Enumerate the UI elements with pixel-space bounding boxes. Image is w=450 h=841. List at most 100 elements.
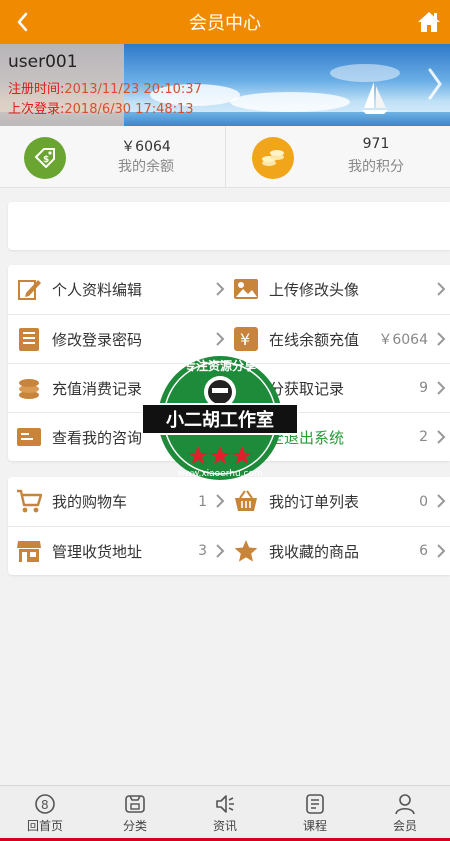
transaction-records-count: 4 — [198, 380, 207, 396]
menu-row: 修改登录密码 ¥ 在线余额充值 ￥6064 — [8, 314, 450, 363]
recharge-label: 在线余额充值 — [269, 330, 360, 349]
favorites-item[interactable]: 我收藏的商品 6 — [229, 527, 450, 575]
points-label: 我的积分 — [348, 159, 404, 175]
profile-banner[interactable]: user001 注册时间:2013/11/23 20:10:37 上次登录:20… — [0, 44, 450, 126]
points-stat[interactable]: 971 我的积分 — [225, 126, 450, 188]
banner-cloud — [230, 92, 350, 112]
svg-text:8: 8 — [41, 798, 49, 812]
exit-icon — [233, 424, 259, 450]
chevron-right-icon — [437, 494, 446, 508]
chevron-left-icon — [17, 12, 28, 32]
bottom-tab-bar: 8 回首页 分类 资讯 课程 会员 — [0, 785, 450, 841]
my-inquiries-item[interactable]: 查看我的咨询 — [8, 413, 229, 461]
chevron-right-icon — [216, 381, 225, 395]
shopping-cart-label: 我的购物车 — [52, 493, 128, 511]
basket-icon — [235, 490, 257, 511]
tab-category-label: 分类 — [122, 819, 147, 833]
home-icon — [418, 12, 440, 32]
my-inquiries-label: 查看我的咨询 — [52, 428, 143, 447]
change-password-label: 修改登录密码 — [52, 330, 143, 349]
tab-member[interactable]: 会员 — [360, 786, 450, 841]
chevron-right-icon — [216, 544, 225, 558]
upload-avatar-item[interactable]: 上传修改头像 — [229, 265, 450, 314]
menu-row: 充值消费记录 4 分获取记录 9 — [8, 363, 450, 412]
coin-stack-icon — [19, 379, 39, 399]
chevron-right-icon — [216, 282, 225, 296]
pencil-icon — [18, 280, 41, 300]
logout-label: 全退出系统 — [269, 428, 345, 447]
recharge-item[interactable]: ¥ 在线余额充值 ￥6064 — [229, 315, 450, 363]
my-orders-count: 0 — [419, 493, 428, 510]
transaction-records-item[interactable]: 充值消费记录 4 — [8, 364, 229, 412]
tab-member-label: 会员 — [392, 819, 417, 833]
store-icon — [17, 541, 41, 562]
back-button[interactable] — [10, 8, 34, 36]
home-button[interactable] — [416, 10, 442, 34]
message-card-icon — [17, 428, 41, 446]
menu-row: 个人资料编辑 上传修改头像 — [8, 265, 450, 314]
speaker-icon — [216, 795, 234, 813]
logout-count: 2 — [419, 429, 428, 445]
favorites-count: 6 — [419, 543, 428, 559]
chevron-right-icon — [437, 381, 446, 395]
tab-home[interactable]: 8 回首页 — [0, 786, 90, 841]
shopping-menu: 我的购物车 1 我的订单列表 0 管理收货地址 3 我收藏的商品 6 — [8, 477, 450, 575]
star-icon — [234, 540, 258, 562]
upload-avatar-label: 上传修改头像 — [269, 281, 360, 299]
page-title: 会员中心 — [189, 13, 261, 34]
coins-icon — [252, 137, 294, 179]
chevron-right-icon — [437, 282, 446, 296]
shopping-cart-item[interactable]: 我的购物车 1 — [8, 477, 229, 526]
manage-address-item[interactable]: 管理收货地址 3 — [8, 527, 229, 575]
account-stats: $ ￥6064 我的余额 971 我的积分 — [0, 126, 450, 188]
balance-label: 我的余额 — [118, 159, 174, 175]
tab-news-label: 资讯 — [212, 819, 237, 833]
last-login-label: 上次登录: — [8, 102, 65, 117]
chevron-right-icon[interactable] — [426, 66, 444, 102]
home-circle-icon: 8 — [35, 794, 55, 814]
yen-icon: ¥ — [234, 327, 258, 351]
account-menu: 个人资料编辑 上传修改头像 修改登录密码 ¥ 在线余额充值 ￥6064 充值消费… — [8, 265, 450, 461]
empty-card — [8, 202, 450, 250]
last-login-line: 上次登录:2018/6/30 17:48:13 — [8, 98, 194, 117]
edit-profile-label: 个人资料编辑 — [52, 281, 143, 299]
top-header-bar: 会员中心 — [0, 0, 450, 44]
sailboat-icon — [362, 82, 388, 114]
document-icon — [306, 794, 324, 814]
register-time-value: 2013/11/23 20:10:37 — [64, 82, 202, 97]
chevron-right-icon — [437, 430, 446, 444]
user-icon — [395, 794, 415, 815]
svg-text:¥: ¥ — [240, 330, 250, 349]
chevron-right-icon — [216, 494, 225, 508]
my-orders-item[interactable]: 我的订单列表 0 — [229, 477, 450, 526]
change-password-item[interactable]: 修改登录密码 — [8, 315, 229, 363]
register-time-line: 注册时间:2013/11/23 20:10:37 — [8, 78, 202, 97]
edit-profile-item[interactable]: 个人资料编辑 — [8, 265, 229, 314]
logout-item[interactable]: 全退出系统 2 — [229, 413, 450, 461]
tab-courses-label: 课程 — [302, 819, 327, 833]
menu-row: 管理收货地址 3 我收藏的商品 6 — [8, 526, 450, 575]
my-orders-label: 我的订单列表 — [269, 493, 360, 511]
points-records-item[interactable]: 分获取记录 9 — [229, 364, 450, 412]
notebook-icon — [19, 328, 39, 351]
tab-category[interactable]: 分类 — [90, 786, 180, 841]
tab-news[interactable]: 资讯 — [180, 786, 270, 841]
points-value: 971 — [362, 136, 390, 152]
money-tag-icon: $ — [24, 137, 66, 179]
manage-address-count: 3 — [198, 543, 207, 559]
points-records-label: 分获取记录 — [269, 379, 345, 398]
chevron-right-icon — [216, 332, 225, 346]
menu-row: 我的购物车 1 我的订单列表 0 — [8, 477, 450, 526]
username: user001 — [8, 52, 78, 72]
svg-text:$: $ — [43, 155, 49, 165]
balance-stat[interactable]: $ ￥6064 我的余额 — [0, 126, 225, 188]
tab-courses[interactable]: 课程 — [270, 786, 360, 841]
tab-home-label: 回首页 — [26, 819, 63, 833]
favorites-label: 我收藏的商品 — [269, 542, 360, 561]
transaction-records-label: 充值消费记录 — [52, 379, 143, 398]
last-login-value: 2018/6/30 17:48:13 — [64, 102, 194, 117]
register-time-label: 注册时间: — [8, 82, 65, 97]
chevron-right-icon — [216, 430, 225, 444]
chevron-right-icon — [437, 544, 446, 558]
points-records-count: 9 — [419, 380, 428, 396]
